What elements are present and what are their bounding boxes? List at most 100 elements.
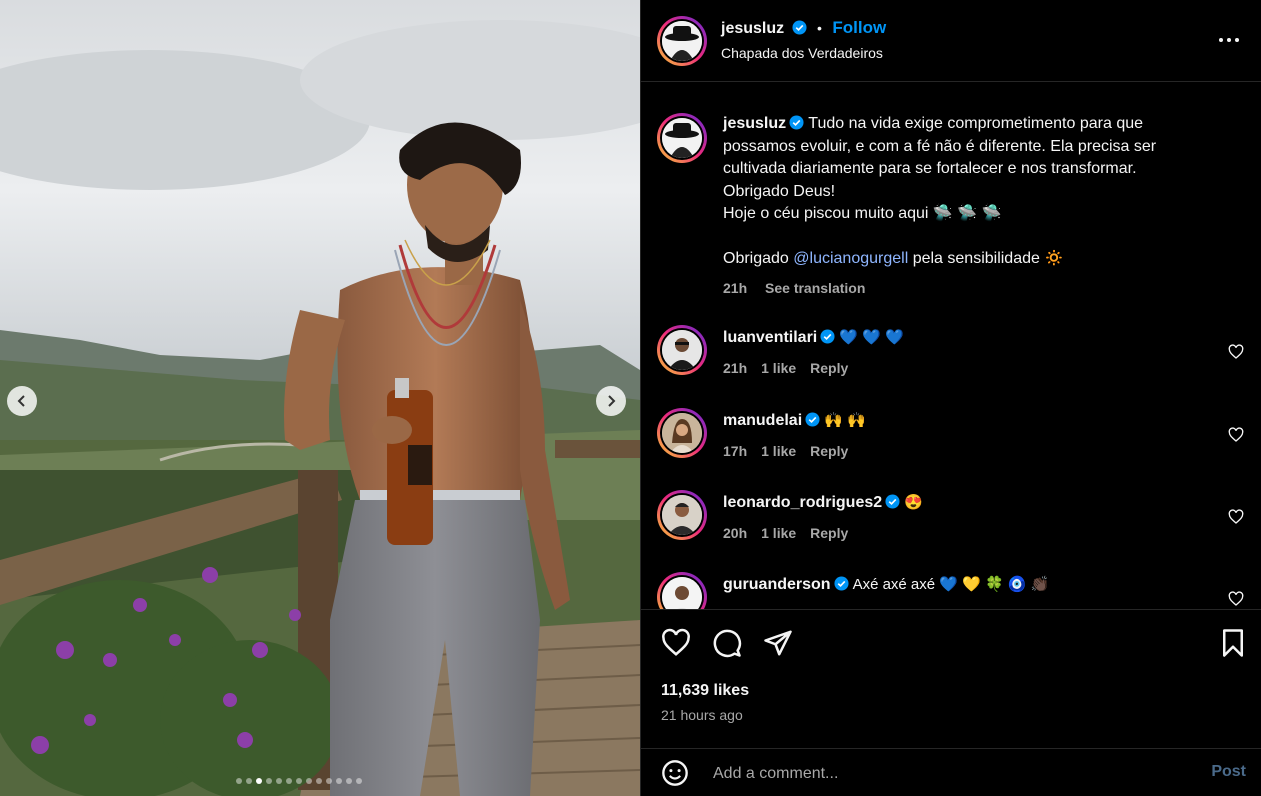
caption-line: Tudo na vida exige comprometimento para … — [808, 115, 1144, 132]
mention-link[interactable]: @lucianogurgell — [793, 250, 908, 267]
carousel-indicator — [236, 778, 362, 784]
carousel-dot — [296, 778, 302, 784]
comment-username[interactable]: leonardo_rodrigues2 — [723, 494, 882, 511]
caption-line: Obrigado Deus! — [723, 182, 836, 200]
caption-body: jesusluz Tudo na vida exige comprometime… — [723, 113, 1213, 299]
avatar — [662, 330, 702, 370]
emoji-icon[interactable] — [661, 759, 689, 787]
comment-username[interactable]: guruanderson — [723, 576, 831, 593]
comment-composer: Post — [641, 748, 1261, 796]
more-horizontal-icon — [1219, 38, 1239, 42]
carousel-dot — [306, 778, 312, 784]
comment-item: luanventilari 💙 💙 💙 21h 1 like Reply — [641, 320, 1261, 400]
comment-text: 😍 — [904, 494, 923, 511]
avatar — [662, 413, 702, 453]
reply-button[interactable]: Reply — [810, 443, 848, 459]
comment-item: manudelai 🙌 🙌 17h 1 like Reply — [641, 403, 1261, 483]
user-avatar-icon — [662, 577, 702, 609]
comment-item: guruanderson Axé axé axé 💙 💛 🍀 🧿 👏🏿 — [641, 567, 1261, 609]
hat-avatar-icon — [662, 21, 702, 61]
carousel-dot — [256, 778, 262, 784]
like-comment-icon[interactable] — [1228, 344, 1244, 360]
post-side-panel: jesusluz • Follow Chapada dos Verdadeiro… — [640, 0, 1261, 796]
comment-text: Axé axé axé 💙 💛 🍀 🧿 👏🏿 — [852, 576, 1050, 593]
verified-badge-icon — [820, 329, 835, 344]
avatar — [662, 21, 702, 61]
comment-likes[interactable]: 1 like — [761, 525, 796, 541]
verified-badge-icon — [789, 115, 804, 130]
heart-icon[interactable] — [661, 628, 691, 658]
comment-likes[interactable]: 1 like — [761, 443, 796, 459]
carousel-dot — [236, 778, 242, 784]
post-media[interactable] — [0, 0, 640, 796]
carousel-dot — [326, 778, 332, 784]
avatar — [662, 495, 702, 535]
comment-input[interactable] — [711, 761, 1165, 787]
hat-avatar-icon — [662, 118, 702, 158]
post-header: jesusluz • Follow Chapada dos Verdadeiro… — [641, 0, 1261, 82]
comment-username[interactable]: luanventilari — [723, 329, 817, 346]
comment-icon[interactable] — [712, 628, 742, 658]
comment-time[interactable]: 17h — [723, 443, 747, 459]
post-comment-button[interactable]: Post — [1211, 763, 1246, 781]
next-slide-button[interactable] — [596, 386, 626, 416]
caption-thanks: Obrigado — [723, 250, 794, 267]
verified-badge-icon — [792, 20, 807, 35]
like-comment-icon[interactable] — [1228, 591, 1244, 607]
user-avatar-icon — [662, 330, 702, 370]
previous-slide-button[interactable] — [7, 386, 37, 416]
post-actions: 11,639 likes 21 hours ago — [641, 609, 1261, 749]
carousel-dot — [246, 778, 252, 784]
comment-avatar-ring[interactable] — [657, 325, 707, 375]
more-options-button[interactable] — [1218, 29, 1240, 51]
caption-meta: 21h See translation — [723, 277, 1213, 300]
follow-button[interactable]: Follow — [832, 18, 886, 37]
comment-likes[interactable]: 1 like — [761, 360, 796, 376]
post-timestamp[interactable]: 21 hours ago — [661, 707, 743, 723]
carousel-dot — [356, 778, 362, 784]
comment-time[interactable]: 21h — [723, 360, 747, 376]
reply-button[interactable]: Reply — [810, 360, 848, 376]
caption-line: cultivada diariamente para se fortalecer… — [723, 160, 1137, 177]
comments-list[interactable]: jesusluz Tudo na vida exige comprometime… — [641, 83, 1261, 609]
post-username[interactable]: jesusluz — [721, 20, 784, 37]
chevron-right-icon — [608, 395, 616, 407]
story-ring[interactable] — [657, 16, 707, 66]
bookmark-icon[interactable] — [1218, 628, 1248, 658]
verified-badge-icon — [885, 494, 900, 509]
avatar — [662, 577, 702, 609]
comment-avatar-ring[interactable] — [657, 572, 707, 609]
comment-avatar-ring[interactable] — [657, 408, 707, 458]
like-comment-icon[interactable] — [1228, 427, 1244, 443]
comment-time[interactable]: 20h — [723, 525, 747, 541]
caption-line: Hoje o céu piscou muito aqui 🛸 🛸 🛸 — [723, 205, 1002, 222]
caption-line: possamos evoluir, e com a fé não é difer… — [723, 137, 1157, 155]
post-location[interactable]: Chapada dos Verdadeiros — [721, 45, 883, 61]
share-icon[interactable] — [763, 628, 793, 658]
carousel-dot — [266, 778, 272, 784]
carousel-dot — [276, 778, 282, 784]
caption-username[interactable]: jesusluz — [723, 115, 786, 132]
comment-text: 💙 💙 💙 — [839, 329, 904, 346]
carousel-dot — [316, 778, 322, 784]
caption-avatar-ring[interactable] — [657, 113, 707, 163]
like-count[interactable]: 11,639 likes — [661, 682, 749, 700]
comment-avatar-ring[interactable] — [657, 490, 707, 540]
carousel-dot — [286, 778, 292, 784]
user-avatar-icon — [662, 413, 702, 453]
carousel-dot — [346, 778, 352, 784]
reply-button[interactable]: Reply — [810, 525, 848, 541]
see-translation-button[interactable]: See translation — [765, 280, 865, 296]
separator-dot: • — [817, 20, 822, 36]
comment-username[interactable]: manudelai — [723, 412, 802, 429]
verified-badge-icon — [834, 576, 849, 591]
chevron-left-icon — [17, 395, 25, 407]
comment-item: leonardo_rodrigues2 😍 20h 1 like Reply — [641, 485, 1261, 565]
comment-text: 🙌 🙌 — [824, 412, 866, 429]
verified-badge-icon — [805, 412, 820, 427]
like-comment-icon[interactable] — [1228, 509, 1244, 525]
caption-time[interactable]: 21h — [723, 280, 747, 296]
post-photo — [0, 0, 640, 796]
user-avatar-icon — [662, 495, 702, 535]
caption-thanks-end: pela sensibilidade 🔅 — [908, 250, 1065, 267]
